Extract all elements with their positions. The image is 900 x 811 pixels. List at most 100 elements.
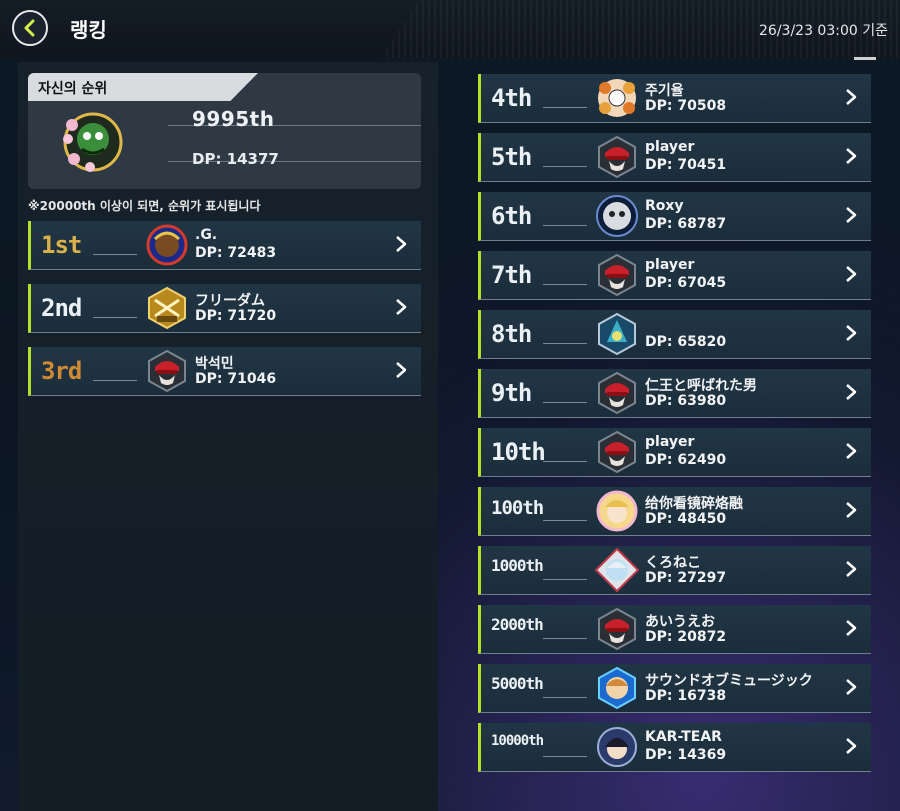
scroll-indicator (854, 57, 876, 60)
player-dp: DP: 67045 (645, 275, 727, 291)
chevron-right-icon (846, 443, 857, 459)
chevron-right-icon (846, 266, 857, 282)
lead-line (543, 461, 587, 462)
player-name: 给你看镜碎烙融 (645, 496, 743, 512)
my-avatar-icon (63, 112, 123, 172)
player-dp: DP: 14369 (645, 747, 727, 763)
player-name: player (645, 257, 695, 273)
my-dp-value: DP: 14377 (192, 150, 279, 168)
ranking-row[interactable]: 2000th あいうえお DP: 20872 (478, 605, 871, 654)
ranking-row[interactable]: 10000th KAR-TEAR DP: 14369 (478, 723, 871, 772)
lead-line (543, 638, 587, 639)
lead-line (543, 166, 587, 167)
player-name: 박석민 (195, 356, 234, 372)
rank-label: 3rd (41, 357, 82, 385)
player-dp: DP: 70451 (645, 157, 727, 173)
ranking-row[interactable]: 7th player DP: 67045 (478, 251, 871, 300)
ranking-row[interactable]: 3rd 박석민 DP: 71046 (28, 347, 421, 396)
ranking-row[interactable]: 10th player DP: 62490 (478, 428, 871, 477)
player-dp: DP: 70508 (645, 98, 727, 114)
chevron-right-icon (846, 148, 857, 164)
red-cap-duelist-icon (598, 253, 636, 297)
chevron-right-icon (846, 620, 857, 636)
ranking-row[interactable]: 5th player DP: 70451 (478, 133, 871, 182)
player-dp: DP: 71046 (195, 371, 277, 387)
dark-hair-girl-icon (597, 727, 637, 767)
rank-label: 8th (491, 320, 532, 348)
rank-label: 1000th (491, 556, 544, 575)
chevron-right-icon (846, 325, 857, 341)
player-name: あいうえお (645, 614, 715, 630)
player-dp: DP: 65820 (645, 334, 727, 350)
rank-label: 6th (491, 202, 532, 230)
player-name: .G. (195, 227, 218, 243)
top-bar: 랭킹 26/3/23 03:00 기준 (0, 0, 900, 60)
player-name: 仁王と呼ばれた男 (645, 378, 757, 394)
dark-skin-avatar-icon (146, 224, 188, 266)
ranking-row[interactable]: 1st .G. DP: 72483 (28, 221, 421, 270)
lead-line (543, 225, 587, 226)
player-dp: DP: 72483 (195, 245, 277, 261)
vortex-face-icon (596, 195, 638, 237)
player-dp: DP: 48450 (645, 511, 727, 527)
chevron-right-icon (846, 738, 857, 754)
rank-note: ※20000th 이상이 되면, 순위가 표시됩니다 (28, 199, 261, 213)
rank-label: 7th (491, 261, 532, 289)
chevron-right-icon (846, 561, 857, 577)
blue-frame-girl-icon (598, 666, 636, 710)
lead-line (543, 697, 587, 698)
player-dp: DP: 20872 (645, 629, 727, 645)
red-cap-duelist-icon (598, 371, 636, 415)
red-cap-duelist-icon (598, 430, 636, 474)
red-cap-duelist-icon (148, 349, 186, 393)
blue-dragon-crest-icon (598, 312, 636, 356)
ranking-row[interactable]: 9th 仁王と呼ばれた男 DP: 63980 (478, 369, 871, 418)
rank-label: 5th (491, 143, 532, 171)
player-name: くろねこ (645, 555, 701, 571)
my-rank-card: 자신의 순위 9995th DP: 14377 (28, 73, 421, 189)
chevron-right-icon (396, 362, 407, 378)
lead-line (543, 579, 587, 580)
chevron-right-icon (396, 299, 407, 315)
rank-label: 5000th (491, 674, 544, 693)
ranking-row[interactable]: 1000th くろねこ DP: 27297 (478, 546, 871, 595)
red-cap-duelist-icon (598, 135, 636, 179)
lead-line (93, 254, 137, 255)
ranking-row[interactable]: 2nd フリーダム DP: 71720 (28, 284, 421, 333)
rank-label: 9th (491, 379, 532, 407)
my-rank-value: 9995th (192, 107, 275, 131)
player-name: フリーダム (195, 293, 265, 309)
player-dp: DP: 27297 (645, 570, 727, 586)
player-name: player (645, 434, 695, 450)
lead-line (543, 107, 587, 108)
ranking-row[interactable]: 5000th サウンドオブミュージック DP: 16738 (478, 664, 871, 713)
chevron-right-icon (846, 207, 857, 223)
player-name: 주기율 (645, 83, 684, 99)
my-rank-header: 자신의 순위 (28, 73, 258, 101)
player-dp: DP: 71720 (195, 308, 277, 324)
ranking-date: 26/3/23 03:00 기준 (759, 23, 888, 39)
ranking-row[interactable]: 8th DP: 65820 (478, 310, 871, 359)
gold-badge-2025-icon (148, 286, 186, 330)
ranking-row[interactable]: 100th 给你看镜碎烙融 DP: 48450 (478, 487, 871, 536)
lead-line (543, 756, 587, 757)
page-title: 랭킹 (70, 18, 107, 42)
rank-label: 10000th (491, 733, 544, 749)
rank-label: 10th (491, 438, 546, 466)
back-button[interactable] (12, 10, 48, 46)
player-dp: DP: 16738 (645, 688, 727, 704)
player-name: player (645, 139, 695, 155)
red-cap-duelist-icon (598, 607, 636, 651)
silver-frame-girl-icon (595, 548, 639, 592)
chevron-left-icon (24, 19, 35, 37)
flower-mask-icon (598, 79, 636, 117)
ranking-row[interactable]: 6th Roxy DP: 68787 (478, 192, 871, 241)
player-name: Roxy (645, 198, 684, 214)
rank-label: 100th (491, 497, 544, 519)
ranking-row[interactable]: 4th 주기율 DP: 70508 (478, 74, 871, 123)
player-name: KAR-TEAR (645, 729, 722, 745)
chevron-right-icon (396, 236, 407, 252)
player-name: サウンドオブミュージック (645, 673, 813, 689)
my-rank-header-label: 자신의 순위 (38, 81, 108, 97)
lead-line (543, 520, 587, 521)
